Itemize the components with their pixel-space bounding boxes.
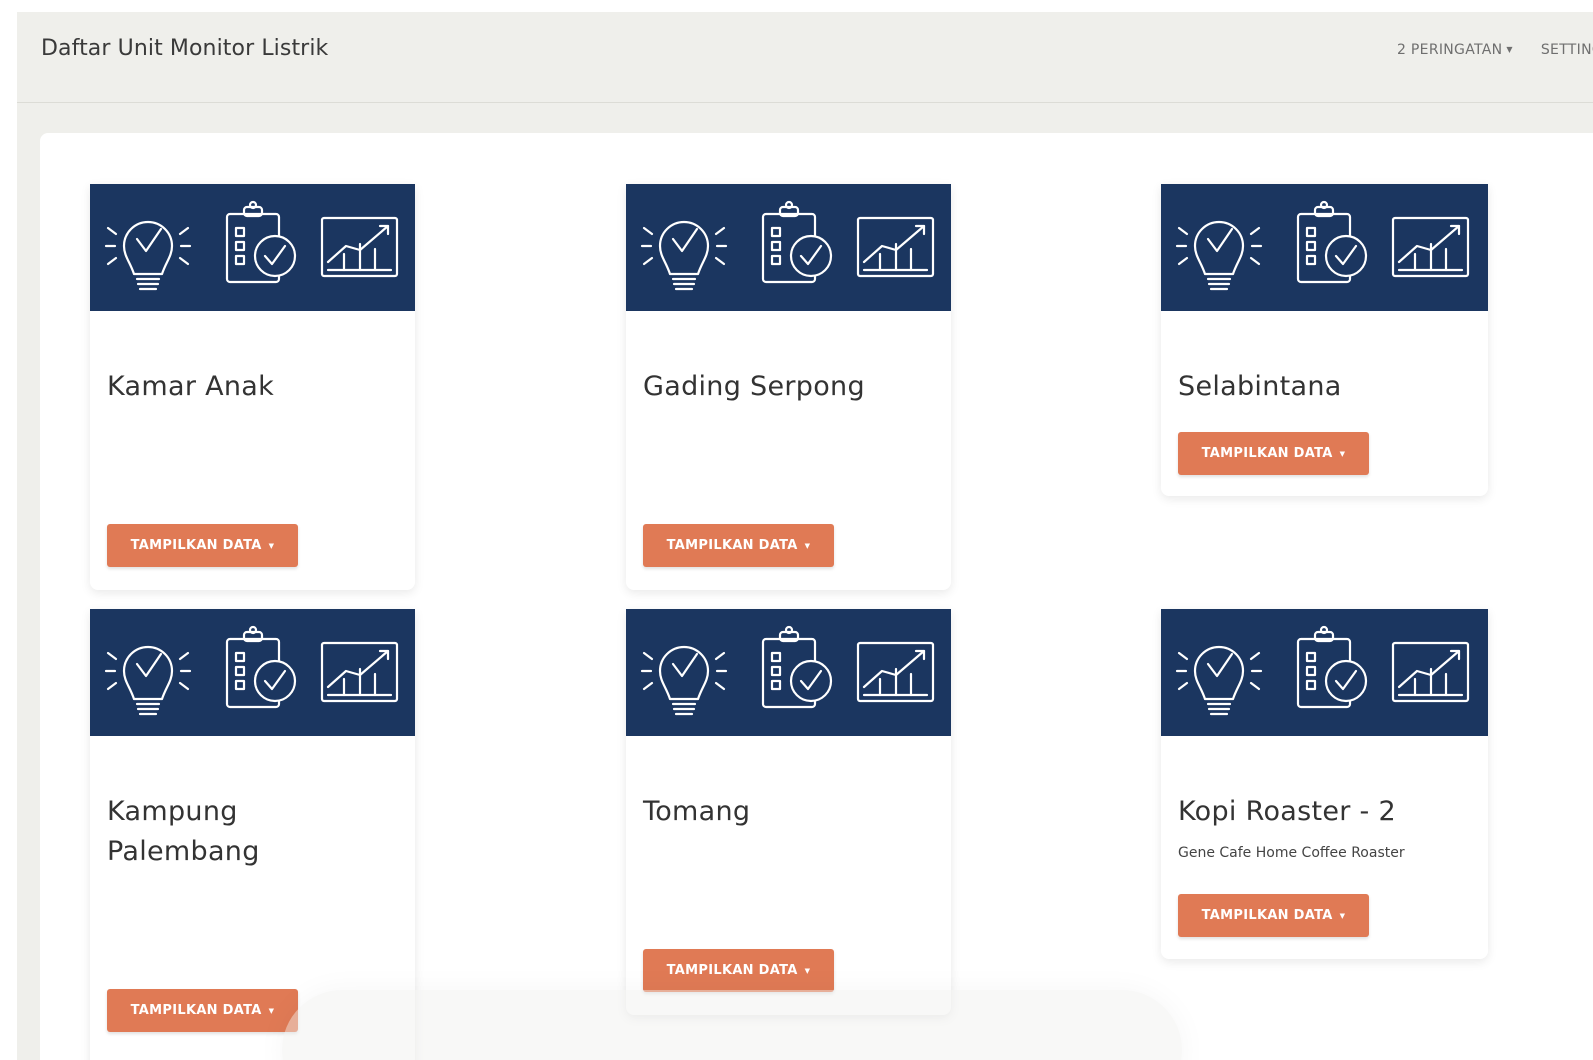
caret-down-icon: ▼ [804,541,811,550]
card-subtitle: Gene Cafe Home Coffee Roaster [1178,845,1405,861]
show-data-button[interactable]: TAMPILKAN DATA ▼ [107,989,298,1032]
button-label: TAMPILKAN DATA [130,1003,262,1018]
caret-down-icon: ▼ [1339,449,1346,458]
caret-down-icon: ▼ [1506,45,1513,54]
button-label: TAMPILKAN DATA [666,963,798,978]
settings-link[interactable]: SETTING [1541,42,1593,58]
card-image [626,609,951,736]
floating-overlay [282,990,1182,1060]
card-image [626,184,951,311]
card-image [1161,609,1488,736]
button-label: TAMPILKAN DATA [130,538,262,553]
button-label: TAMPILKAN DATA [1201,908,1333,923]
card-image [90,609,415,736]
button-label: TAMPILKAN DATA [666,538,798,553]
nav-right: 2 PERINGATAN▼ SETTING [1397,42,1593,58]
cards-panel: Kamar Anak TAMPILKAN DATA ▼ Gading Serpon… [40,133,1593,1060]
card-title: Kamar Anak [107,371,275,402]
unit-card: Kamar Anak TAMPILKAN DATA ▼ [90,184,415,590]
unit-card: Tomang TAMPILKAN DATA ▼ [626,609,951,1015]
card-image [1161,184,1488,311]
warnings-label: 2 PERINGATAN [1396,42,1503,58]
caret-down-icon: ▼ [804,966,811,975]
caret-down-icon: ▼ [268,1006,275,1015]
lightbulb-clipboard-chart-icon [104,625,399,716]
lightbulb-clipboard-chart-icon [104,200,399,291]
lightbulb-clipboard-chart-icon [1175,200,1470,291]
caret-down-icon: ▼ [1339,911,1346,920]
card-title: Gading Serpong [643,371,865,402]
card-title: Selabintana [1178,371,1342,402]
warnings-dropdown[interactable]: 2 PERINGATAN ▼ [1397,42,1513,58]
unit-card: Selabintana TAMPILKAN DATA ▼ [1161,184,1488,496]
card-title: Kopi Roaster - 2 [1178,796,1396,827]
show-data-button[interactable]: TAMPILKAN DATA ▼ [1178,432,1369,475]
card-title: Kampung Palembang [107,796,260,867]
show-data-button[interactable]: TAMPILKAN DATA ▼ [643,949,834,992]
unit-card: Kopi Roaster - 2 Gene Cafe Home Coffee R… [1161,609,1488,959]
card-title: Tomang [643,796,751,827]
brand-title[interactable]: Daftar Unit Monitor Listrik [41,36,328,61]
lightbulb-clipboard-chart-icon [1175,625,1470,716]
show-data-button[interactable]: TAMPILKAN DATA ▼ [643,524,834,567]
caret-down-icon: ▼ [268,541,275,550]
show-data-button[interactable]: TAMPILKAN DATA ▼ [1178,894,1369,937]
navbar: Daftar Unit Monitor Listrik 2 PERINGATAN… [17,12,1593,103]
card-image [90,184,415,311]
unit-card: Gading Serpong TAMPILKAN DATA ▼ [626,184,951,590]
app-frame: Daftar Unit Monitor Listrik 2 PERINGATAN… [17,12,1593,1060]
lightbulb-clipboard-chart-icon [640,200,935,291]
show-data-button[interactable]: TAMPILKAN DATA ▼ [107,524,298,567]
lightbulb-clipboard-chart-icon [640,625,935,716]
button-label: TAMPILKAN DATA [1201,446,1333,461]
